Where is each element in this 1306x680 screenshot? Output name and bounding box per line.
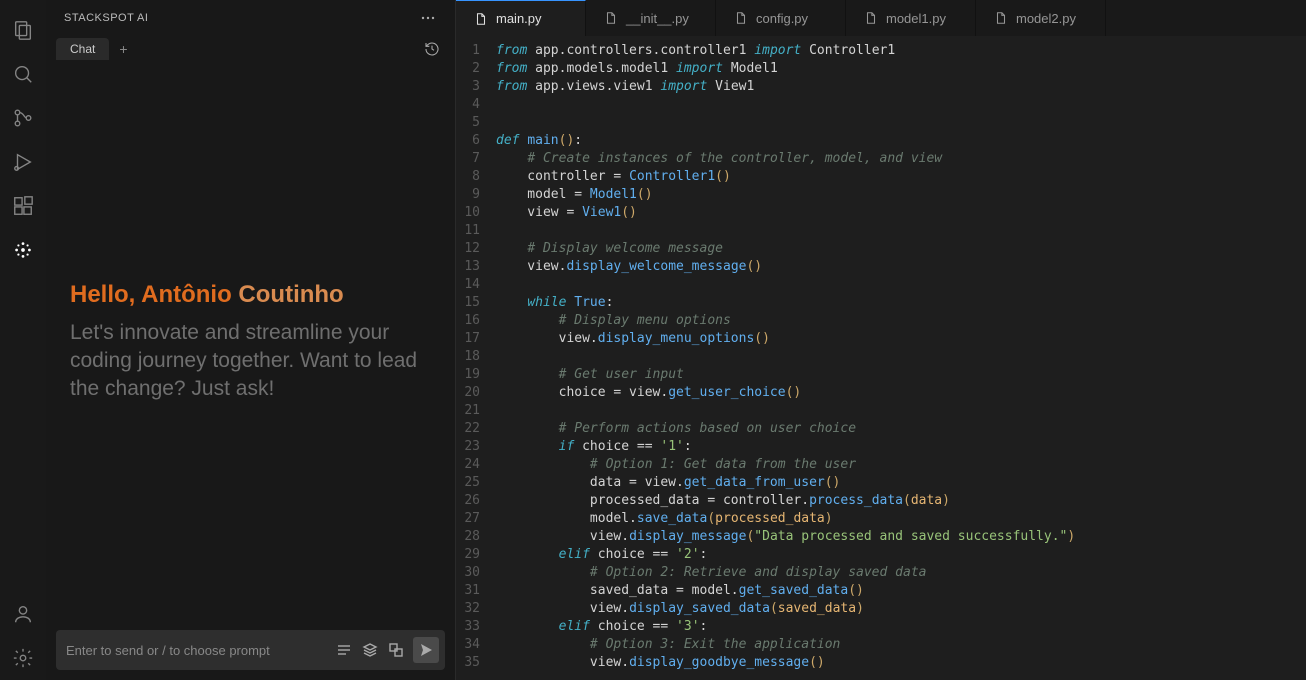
file-tab[interactable]: config.py bbox=[716, 0, 846, 36]
explorer-icon[interactable] bbox=[0, 8, 46, 52]
editor-area: main.py__init__.pyconfig.pymodel1.pymode… bbox=[456, 0, 1306, 680]
lines-icon[interactable] bbox=[331, 637, 357, 663]
send-button[interactable] bbox=[413, 637, 439, 663]
settings-icon[interactable] bbox=[0, 636, 46, 680]
activity-bar bbox=[0, 0, 46, 680]
stackspot-panel: STACKSPOT AI Chat + Hello, Antônio Couti… bbox=[46, 0, 456, 680]
history-icon[interactable] bbox=[419, 36, 445, 62]
code-editor[interactable]: 1234567891011121314151617181920212223242… bbox=[456, 36, 1306, 680]
chat-input[interactable] bbox=[66, 643, 331, 658]
greeting: Hello, Antônio Coutinho bbox=[70, 281, 431, 309]
add-tab-button[interactable]: + bbox=[113, 39, 133, 59]
panel-title: STACKSPOT AI bbox=[64, 12, 148, 24]
run-debug-icon[interactable] bbox=[0, 140, 46, 184]
snippet-icon[interactable] bbox=[383, 637, 409, 663]
file-tab[interactable]: __init__.py bbox=[586, 0, 716, 36]
stackspot-icon[interactable] bbox=[0, 228, 46, 272]
more-icon[interactable] bbox=[415, 5, 441, 31]
search-icon[interactable] bbox=[0, 52, 46, 96]
file-tab[interactable]: main.py bbox=[456, 0, 586, 36]
chat-tab[interactable]: Chat bbox=[56, 38, 109, 60]
account-icon[interactable] bbox=[0, 592, 46, 636]
file-tab[interactable]: model2.py bbox=[976, 0, 1106, 36]
source-control-icon[interactable] bbox=[0, 96, 46, 140]
editor-tabs: main.py__init__.pyconfig.pymodel1.pymode… bbox=[456, 0, 1306, 36]
chat-input-row bbox=[56, 630, 445, 670]
extensions-icon[interactable] bbox=[0, 184, 46, 228]
stack-icon[interactable] bbox=[357, 637, 383, 663]
greeting-subtitle: Let's innovate and streamline your codin… bbox=[70, 319, 431, 403]
file-tab[interactable]: model1.py bbox=[846, 0, 976, 36]
